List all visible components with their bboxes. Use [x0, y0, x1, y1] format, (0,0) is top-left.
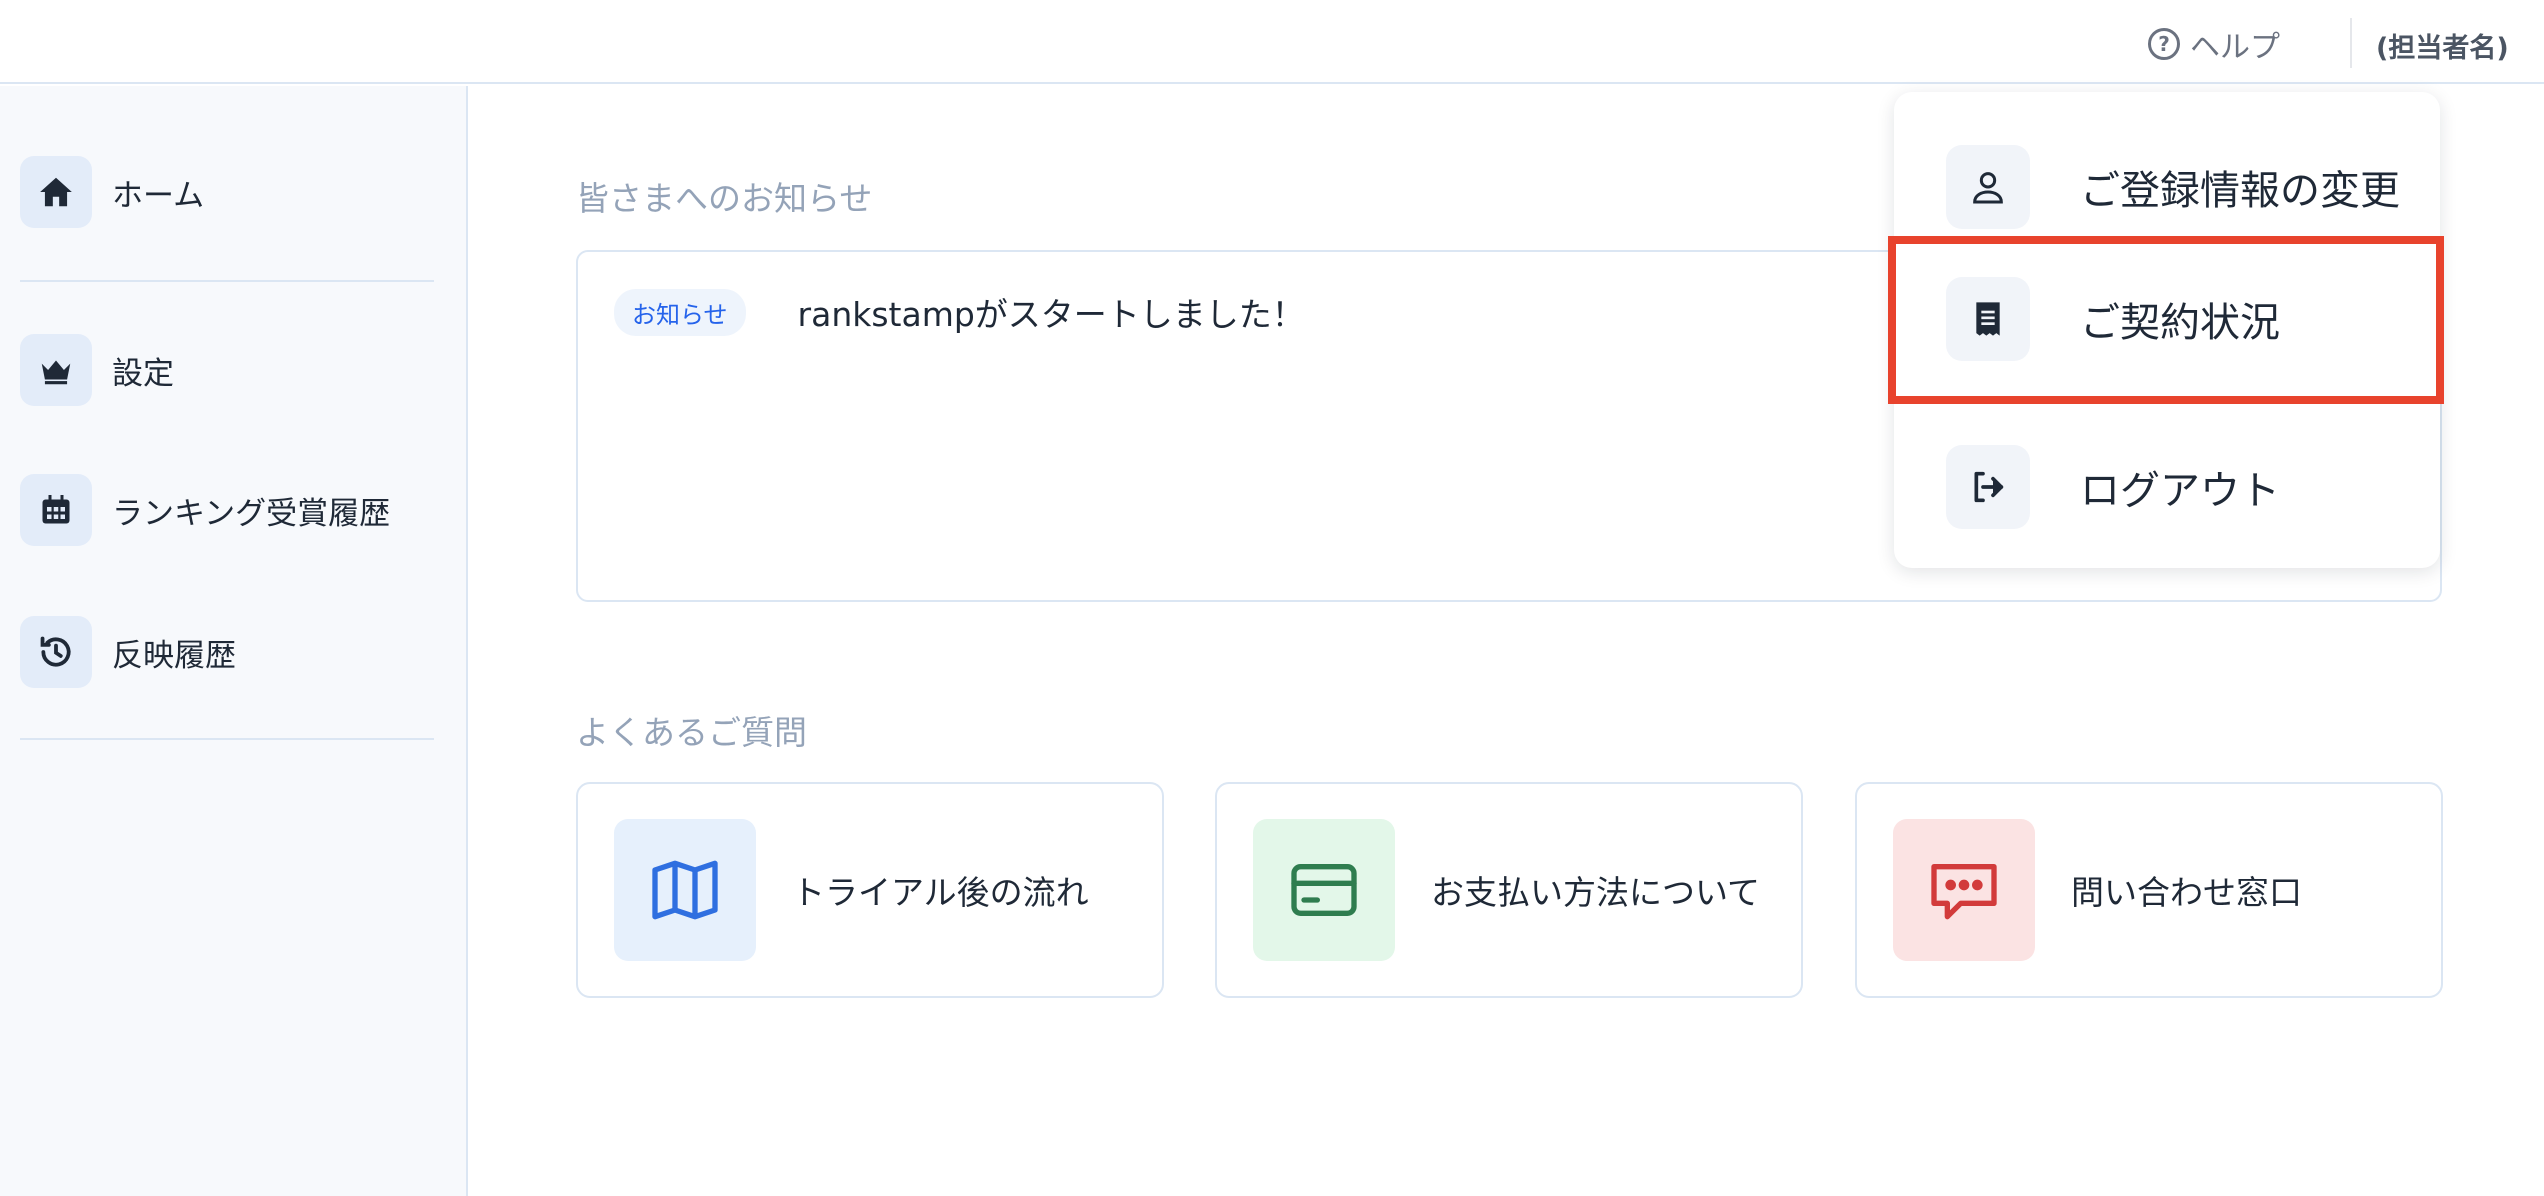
sidebar-item-home[interactable]: ホーム	[20, 156, 204, 228]
question-circle-icon: ?	[2148, 28, 2180, 60]
map-icon	[614, 819, 756, 961]
faq-label: トライアル後の流れ	[792, 873, 1089, 912]
notice-badge: お知らせ	[614, 288, 746, 336]
sidebar-item-label: 設定	[112, 355, 174, 392]
top-bar: ? ヘルプ (担当者名)	[0, 0, 2544, 84]
logout-icon	[1946, 445, 2030, 529]
credit-card-icon	[1253, 819, 1395, 961]
help-link[interactable]: ? ヘルプ	[2148, 24, 2280, 65]
help-label: ヘルプ	[2190, 30, 2280, 65]
menu-item-label: ログアウト	[2080, 468, 2280, 514]
sidebar-item-label: ホーム	[112, 177, 205, 214]
menu-item-label: ご登録情報の変更	[2080, 168, 2400, 214]
list-item[interactable]: お知らせ rankstampがスタートしました！	[614, 288, 1305, 336]
menu-item-contract-status[interactable]: ご契約状況	[1894, 254, 2440, 384]
faq-title: よくあるご質問	[576, 713, 807, 752]
user-menu-toggle[interactable]: (担当者名)	[2376, 26, 2509, 65]
sidebar-item-ranking-history[interactable]: ランキング受賞履歴	[20, 474, 390, 546]
faq-card-payment[interactable]: お支払い方法について	[1215, 782, 1803, 998]
user-icon	[1946, 145, 2030, 229]
sidebar-item-reflection-history[interactable]: 反映履歴	[20, 616, 236, 688]
sidebar-item-label: 反映履歴	[112, 637, 236, 674]
notice-text: rankstampがスタートしました！	[797, 295, 1305, 334]
crown-icon	[20, 334, 92, 406]
menu-item-account-settings[interactable]: ご登録情報の変更	[1894, 122, 2440, 252]
sidebar-divider	[20, 280, 434, 282]
notices-title: 皆さまへのお知らせ	[576, 179, 873, 218]
faq-label: 問い合わせ窓口	[2071, 873, 2302, 912]
faq-label: お支払い方法について	[1431, 873, 1761, 912]
topbar-divider	[2350, 18, 2352, 68]
sidebar-item-label: ランキング受賞履歴	[112, 495, 391, 532]
home-icon	[20, 156, 92, 228]
faq-card-contact[interactable]: 問い合わせ窓口	[1855, 782, 2443, 998]
calendar-icon	[20, 474, 92, 546]
faq-card-trial-flow[interactable]: トライアル後の流れ	[576, 782, 1164, 998]
chat-bubble-icon	[1893, 819, 2035, 961]
sidebar-item-settings[interactable]: 設定	[20, 334, 174, 406]
user-dropdown-menu: ご登録情報の変更 ご契約状況 ログアウト	[1894, 92, 2440, 568]
sidebar: ホーム 設定 ランキング受賞履歴 反映履歴	[0, 86, 468, 1196]
menu-item-logout[interactable]: ログアウト	[1894, 422, 2440, 552]
history-icon	[20, 616, 92, 688]
menu-item-label: ご契約状況	[2080, 300, 2280, 346]
sidebar-divider	[20, 738, 434, 740]
receipt-icon	[1946, 277, 2030, 361]
